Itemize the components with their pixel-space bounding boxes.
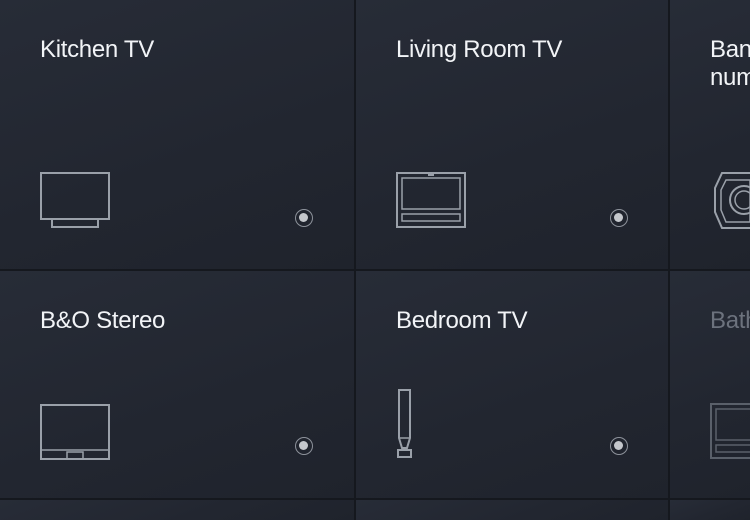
tv-icon (40, 404, 110, 460)
device-tile-row3-a[interactable] (0, 500, 354, 520)
tv-soundbar-icon (710, 403, 750, 459)
device-tile-bedroom-tv[interactable]: Bedroom TV (356, 271, 668, 498)
status-indicator[interactable] (610, 209, 628, 227)
status-indicator[interactable] (295, 209, 313, 227)
status-indicator[interactable] (610, 437, 628, 455)
grid-divider (354, 0, 356, 520)
grid-divider (668, 0, 670, 520)
grid-divider (0, 498, 750, 500)
device-tile-row3-c[interactable] (670, 500, 750, 520)
device-name: Bath (710, 307, 750, 334)
device-grid: Kitchen TV Living Room TV Ban num B&O St… (0, 0, 750, 520)
device-name: Ban num (710, 36, 750, 91)
tv-soundbar-icon (396, 172, 466, 228)
device-tile-bo-stereo[interactable]: B&O Stereo (0, 271, 354, 498)
device-tile-living-room-tv[interactable]: Living Room TV (356, 0, 668, 269)
device-tile-partial-right-top[interactable]: Ban num (670, 0, 750, 269)
device-name: Bedroom TV (396, 307, 528, 334)
device-tile-row3-b[interactable] (356, 500, 668, 520)
tv-icon (40, 172, 110, 228)
device-tile-kitchen-tv[interactable]: Kitchen TV (0, 0, 354, 269)
status-indicator[interactable] (295, 437, 313, 455)
device-name: Kitchen TV (40, 36, 154, 63)
device-tile-partial-right-bottom[interactable]: Bath (670, 271, 750, 498)
grid-divider (0, 269, 750, 271)
floor-speaker-icon (397, 389, 412, 458)
device-name: Living Room TV (396, 36, 563, 63)
speaker-icon (714, 172, 750, 229)
device-name: B&O Stereo (40, 307, 166, 334)
